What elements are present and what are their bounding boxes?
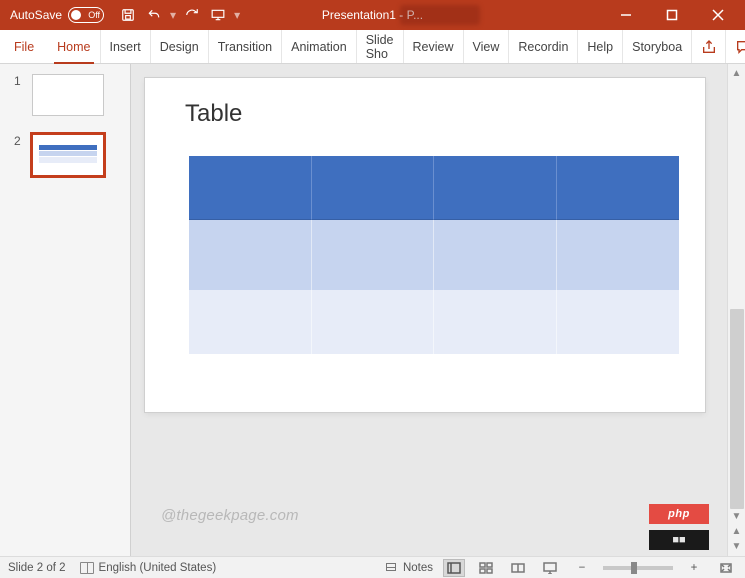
reading-view-button[interactable]	[507, 559, 529, 577]
prev-slide-icon[interactable]: ▼	[732, 539, 742, 554]
maximize-button[interactable]	[649, 0, 695, 30]
slide-counter[interactable]: Slide 2 of 2	[8, 562, 66, 574]
qat-more-icon[interactable]: ▾	[232, 8, 242, 22]
scroll-down-icon[interactable]: ▼	[732, 509, 742, 524]
workspace: 1 2 Table @thegeekpage.com php ■■	[0, 64, 745, 556]
zoom-out-button[interactable]: −	[571, 559, 593, 577]
slide-canvas-area[interactable]: Table @thegeekpage.com php ■■	[131, 64, 727, 556]
overlay-badges: php ■■	[649, 504, 709, 550]
quick-access-toolbar: ▾ ▾	[116, 3, 242, 27]
qat-dropdown-icon[interactable]: ▾	[168, 8, 178, 22]
language-label: English (United States)	[99, 562, 217, 574]
slide-title[interactable]: Table	[185, 100, 675, 128]
thumbnail-preview-selected[interactable]	[32, 134, 104, 176]
save-icon[interactable]	[116, 3, 140, 27]
window-controls	[603, 0, 741, 30]
undo-icon[interactable]	[142, 3, 166, 27]
tab-storyboard[interactable]: Storyboa	[623, 30, 691, 63]
close-button[interactable]	[695, 0, 741, 30]
tab-review[interactable]: Review	[404, 30, 464, 63]
share-icon[interactable]	[691, 30, 725, 63]
fit-to-window-button[interactable]	[715, 559, 737, 577]
minimize-button[interactable]	[603, 0, 649, 30]
thumbnail-slide-2[interactable]: 2	[14, 134, 122, 176]
autosave-state: Off	[88, 10, 100, 20]
dark-badge: ■■	[649, 530, 709, 550]
slide-table[interactable]	[189, 156, 679, 354]
tab-file[interactable]: File	[0, 30, 48, 63]
present-from-start-icon[interactable]	[206, 3, 230, 27]
thumbnail-slide-1[interactable]: 1	[14, 74, 122, 116]
thumbnail-number: 1	[14, 74, 24, 88]
tab-design[interactable]: Design	[151, 30, 209, 63]
title-bar: AutoSave Off ▾ ▾ Presentation1 - P...	[0, 0, 745, 30]
thumbnail-number: 2	[14, 134, 24, 148]
redo-icon[interactable]	[180, 3, 204, 27]
thumbnail-preview[interactable]	[32, 74, 104, 116]
vertical-scrollbar[interactable]: ▲ ▼ ▲ ▼	[727, 64, 745, 556]
slide-thumbnail-pane[interactable]: 1 2	[0, 64, 130, 556]
php-badge: php	[649, 504, 709, 524]
tab-help[interactable]: Help	[578, 30, 623, 63]
autosave-label: AutoSave	[10, 8, 62, 22]
status-bar: Slide 2 of 2 English (United States) Not…	[0, 556, 745, 578]
autosave-control[interactable]: AutoSave Off	[4, 7, 110, 23]
watermark-text: @thegeekpage.com	[161, 507, 299, 524]
tab-transitions[interactable]: Transition	[209, 30, 282, 63]
notes-button[interactable]: Notes	[384, 562, 433, 574]
normal-view-button[interactable]	[443, 559, 465, 577]
language-indicator[interactable]: English (United States)	[80, 562, 217, 574]
tab-home[interactable]: Home	[48, 30, 100, 63]
tab-slideshow[interactable]: Slide Sho	[357, 30, 404, 63]
tab-insert[interactable]: Insert	[101, 30, 151, 63]
autosave-toggle[interactable]: Off	[68, 7, 104, 23]
slide-sorter-view-button[interactable]	[475, 559, 497, 577]
tab-recording[interactable]: Recordin	[509, 30, 578, 63]
slide[interactable]: Table	[145, 78, 705, 412]
zoom-in-button[interactable]: +	[683, 559, 705, 577]
scroll-thumb[interactable]	[730, 309, 744, 509]
next-slide-icon[interactable]: ▲	[732, 524, 742, 539]
slideshow-view-button[interactable]	[539, 559, 561, 577]
search-placeholder-blur	[400, 5, 480, 25]
tab-animations[interactable]: Animation	[282, 30, 357, 63]
tab-view[interactable]: View	[464, 30, 510, 63]
language-icon	[80, 562, 94, 574]
comments-icon[interactable]	[725, 30, 745, 63]
scroll-up-icon[interactable]: ▲	[732, 66, 742, 81]
zoom-slider[interactable]	[603, 566, 673, 570]
ribbon: File Home Insert Design Transition Anima…	[0, 30, 745, 64]
notes-label: Notes	[403, 562, 433, 574]
